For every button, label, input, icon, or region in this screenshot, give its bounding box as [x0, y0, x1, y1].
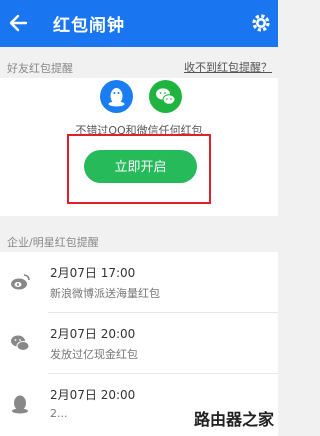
- item-date: 2月07日 17:00: [50, 266, 136, 280]
- celebrity-section-label: 企业/明星红包提醒: [7, 236, 99, 249]
- watermark-text: 路由器之家: [193, 410, 274, 429]
- friends-section-label: 好友红包提醒: [7, 62, 73, 75]
- page-title: 红包闹钟: [53, 16, 125, 36]
- open-now-button[interactable]: 立即开启: [84, 150, 197, 183]
- item-desc: 2...: [50, 407, 68, 420]
- weibo-icon: [9, 271, 31, 293]
- item-date: 2月07日 20:00: [50, 327, 136, 341]
- item-desc: 发放过亿现金红包: [50, 348, 138, 361]
- app-bar: 红包闹钟: [0, 0, 278, 47]
- item-desc: 新浪微博派送海量红包: [50, 287, 160, 300]
- list-item[interactable]: 2月07日 17:00 新浪微博派送海量红包: [0, 252, 278, 312]
- help-link[interactable]: 收不到红包提醒？: [184, 59, 272, 75]
- back-arrow-icon[interactable]: [6, 10, 32, 36]
- qq-penguin-icon: [100, 80, 133, 113]
- wechat-gray-icon: [9, 332, 31, 354]
- list-item[interactable]: 2月07日 20:00 发放过亿现金红包: [0, 313, 278, 373]
- wechat-icon: [149, 80, 182, 113]
- item-date: 2月07日 20:00: [50, 388, 136, 402]
- gear-icon[interactable]: [249, 11, 273, 35]
- qq-gray-icon: [9, 393, 31, 415]
